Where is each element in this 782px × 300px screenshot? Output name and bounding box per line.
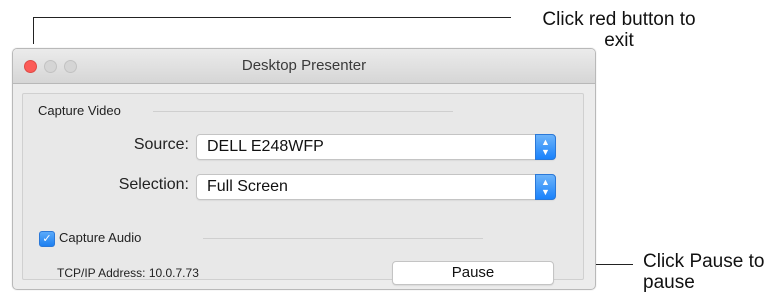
content-panel: Capture Video Source: DELL E248WFP ▲ ▼ Se… bbox=[22, 93, 584, 285]
selection-dropdown[interactable]: Full Screen ▲ ▼ bbox=[196, 174, 556, 200]
capture-audio-separator bbox=[203, 238, 483, 239]
callout-line-horizontal-top bbox=[33, 17, 511, 18]
selection-value: Full Screen bbox=[207, 178, 288, 195]
callout-line-vertical-top bbox=[33, 17, 34, 44]
annotation-exit-line1: Click red button to bbox=[542, 9, 696, 30]
capture-audio-checkbox[interactable]: ✓ bbox=[39, 231, 55, 247]
source-label: Source: bbox=[133, 136, 189, 153]
annotation-pause: Click Pause to pause bbox=[643, 251, 782, 293]
tcp-ip-address: TCP/IP Address: 10.0.7.73 bbox=[57, 266, 199, 280]
source-dropdown[interactable]: DELL E248WFP ▲ ▼ bbox=[196, 134, 556, 160]
up-down-chevron-icon: ▲ ▼ bbox=[535, 174, 556, 200]
annotation-pause-line1: Click Pause to bbox=[643, 251, 765, 272]
capture-video-label: Capture Video bbox=[38, 103, 121, 118]
capture-video-separator bbox=[153, 111, 453, 112]
annotation-exit: Click red button to exit bbox=[519, 9, 719, 51]
up-down-chevron-icon: ▲ ▼ bbox=[535, 134, 556, 160]
pause-button[interactable]: Pause bbox=[392, 261, 554, 285]
checkmark-icon: ✓ bbox=[42, 233, 52, 245]
source-value: DELL E248WFP bbox=[207, 138, 324, 155]
capture-audio-label[interactable]: Capture Audio bbox=[59, 230, 141, 245]
window-title: Desktop Presenter bbox=[241, 57, 367, 74]
title-bar[interactable]: Desktop Presenter bbox=[13, 49, 595, 84]
annotation-pause-line2: pause bbox=[643, 272, 695, 293]
selection-label: Selection: bbox=[118, 176, 189, 193]
desktop-presenter-window: Desktop Presenter Capture Video Source: … bbox=[12, 48, 596, 290]
